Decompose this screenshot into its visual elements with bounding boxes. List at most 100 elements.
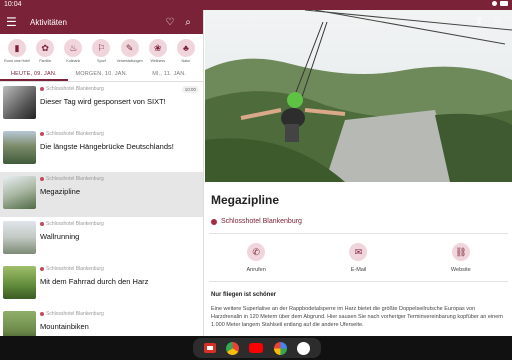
system-icons (492, 1, 508, 6)
hotel-icon: ▮ (8, 39, 26, 57)
share-icon[interactable]: ⇪ (475, 16, 483, 27)
zipline-photo (205, 10, 512, 182)
list-item[interactable]: Schlosshotel Blankenburg Mountainbiken (0, 307, 203, 336)
pin-icon (40, 267, 44, 271)
item-title: Dieser Tag wird gesponsert von SIXT! (40, 97, 166, 106)
item-location-text: Schlosshotel Blankenburg (46, 221, 104, 227)
list-item-selected[interactable]: Schlosshotel Blankenburg Megazipline (0, 172, 203, 217)
app-bar: ☰ Aktivitäten ♡ ⌕ (0, 10, 203, 34)
chrome-icon[interactable] (226, 341, 240, 355)
category-nature[interactable]: ♣ Natur (172, 39, 200, 63)
action-label: Anrufen (246, 267, 266, 273)
item-location-text: Schlosshotel Blankenburg (46, 176, 104, 182)
item-title: Mountainbiken (40, 322, 89, 331)
detail-title: Megazipline (211, 193, 280, 207)
detail-location-text: Schlosshotel Blankenburg (221, 218, 302, 225)
category-label: Veranstaltungen (116, 59, 143, 63)
category-label: Kulinarik (66, 59, 81, 63)
nature-icon: ♣ (176, 39, 195, 57)
photos-icon[interactable] (273, 341, 287, 355)
activity-thumbnail (3, 221, 36, 254)
date-tabs: HEUTE, 09. JAN. MORGEN, 10. JAN. MI., 11… (0, 68, 203, 82)
category-hotel[interactable]: ▮ Rund ums Hotel (3, 39, 31, 63)
time-badge: 10:00 (181, 86, 199, 93)
activities-list-pane: ☰ Aktivitäten ♡ ⌕ ▮ Rund ums Hotel ✿ Famil… (0, 10, 204, 336)
activity-thumbnail (3, 266, 36, 299)
navigation-bar (0, 336, 512, 360)
menu-icon[interactable]: ☰ (6, 15, 22, 29)
wellness-icon: ❀ (148, 39, 167, 57)
hero-image: ⇪ ♡ (205, 10, 512, 182)
category-label: Natur (181, 59, 191, 63)
category-label: Rund ums Hotel (4, 59, 30, 63)
wifi-icon (492, 1, 497, 6)
pin-icon (40, 87, 44, 91)
activity-detail-pane: ⇪ ♡ Megazipline Schlosshotel Blankenburg… (205, 10, 512, 336)
apps-grid-icon[interactable] (296, 341, 310, 355)
tab-wednesday[interactable]: MI., 11. JAN. (135, 68, 203, 81)
detail-location[interactable]: Schlosshotel Blankenburg (211, 218, 512, 225)
category-culinary[interactable]: ♨ Kulinarik (59, 39, 87, 63)
status-time: 10:04 (4, 1, 22, 8)
cutlery-icon: ♨ (64, 39, 83, 57)
pin-icon (40, 222, 44, 226)
item-location: Schlosshotel Blankenburg (40, 176, 200, 182)
item-location: Schlosshotel Blankenburg (40, 221, 200, 227)
item-title: Mit dem Fahrrad durch den Harz (40, 277, 149, 286)
phone-icon: ✆ (247, 243, 266, 261)
battery-icon (500, 1, 508, 6)
description-text: Eine weitere Superlative an der Rappbode… (211, 306, 503, 328)
item-location: Schlosshotel Blankenburg (40, 266, 200, 272)
list-item[interactable]: Schlosshotel Blankenburg Die längste Hän… (0, 127, 203, 172)
family-icon: ✿ (36, 39, 55, 57)
contact-actions: ✆ Anrufen ✉ E-Mail ⛓ Website (205, 243, 512, 273)
item-location-text: Schlosshotel Blankenburg (46, 266, 104, 272)
action-label: E-Mail (350, 267, 367, 273)
activity-thumbnail (3, 86, 36, 119)
category-events[interactable]: ✎ Veranstaltungen (116, 39, 144, 63)
item-location-text: Schlosshotel Blankenburg (46, 311, 104, 317)
list-item[interactable]: Schlosshotel Blankenburg Mit dem Fahrrad… (0, 262, 203, 307)
list-item[interactable]: Schlosshotel Blankenburg Dieser Tag wird… (0, 82, 203, 127)
status-bar: 10:04 (0, 0, 512, 10)
item-location-text: Schlosshotel Blankenburg (46, 131, 104, 137)
mail-icon: ✉ (349, 243, 368, 261)
item-location: Schlosshotel Blankenburg (40, 86, 200, 92)
category-family[interactable]: ✿ Familie (31, 39, 59, 63)
item-location: Schlosshotel Blankenburg (40, 131, 200, 137)
ticket-icon: ✎ (120, 39, 139, 57)
app-dock (193, 338, 321, 358)
section-heading: Nur fliegen ist schöner (211, 292, 277, 298)
category-bar: ▮ Rund ums Hotel ✿ Familie ♨ Kulinarik ⚐ Spo… (0, 34, 203, 66)
divider (209, 281, 508, 282)
category-label: Familie (39, 59, 51, 63)
pin-icon (40, 132, 44, 136)
heart-icon[interactable]: ♡ (494, 16, 503, 27)
category-wellness[interactable]: ❀ Wellness (144, 39, 172, 63)
website-button[interactable]: ⛓ Website (431, 243, 491, 273)
gmail-icon[interactable] (204, 343, 217, 353)
pin-icon (211, 218, 217, 225)
call-button[interactable]: ✆ Anrufen (226, 243, 286, 273)
category-label: Wellness (150, 59, 166, 63)
pin-icon (40, 312, 44, 316)
activity-thumbnail (3, 311, 36, 336)
tab-tomorrow[interactable]: MORGEN, 10. JAN. (68, 68, 136, 81)
item-location-text: Schlosshotel Blankenburg (46, 86, 104, 92)
youtube-icon[interactable] (249, 343, 264, 353)
item-location: Schlosshotel Blankenburg (40, 311, 200, 317)
divider (209, 233, 508, 234)
pin-icon (40, 177, 44, 181)
list-item[interactable]: Schlosshotel Blankenburg Wallrunning (0, 217, 203, 262)
activity-thumbnail (3, 131, 36, 164)
link-icon: ⛓ (451, 243, 470, 261)
search-icon[interactable]: ⌕ (179, 17, 197, 28)
action-label: Website (450, 267, 471, 273)
sport-icon: ⚐ (92, 39, 111, 57)
tab-today[interactable]: HEUTE, 09. JAN. (0, 68, 68, 81)
email-button[interactable]: ✉ E-Mail (328, 243, 388, 273)
heart-icon[interactable]: ♡ (161, 17, 179, 28)
category-label: Sport (97, 59, 106, 63)
category-sport[interactable]: ⚐ Sport (87, 39, 115, 63)
page-title: Aktivitäten (30, 17, 67, 27)
